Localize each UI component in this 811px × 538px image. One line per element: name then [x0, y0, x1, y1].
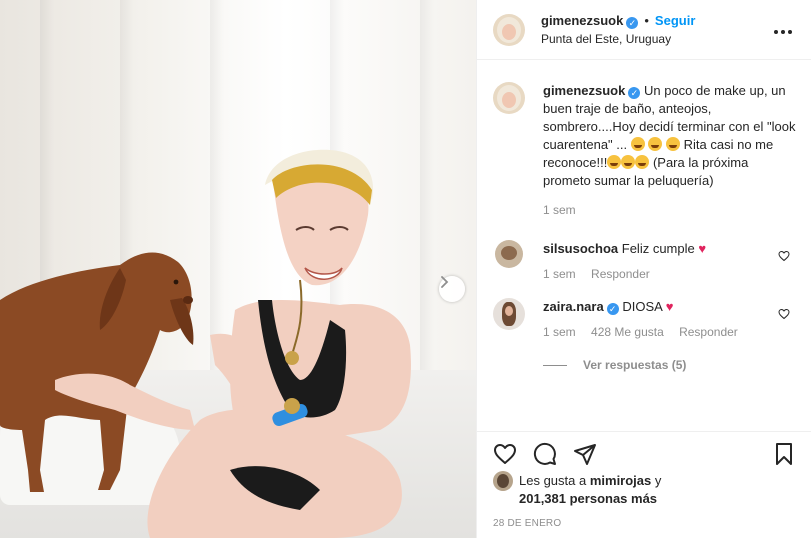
verified-badge-icon: ✓ [628, 87, 641, 99]
view-replies-button[interactable]: Ver respuestas (5) [543, 358, 796, 372]
more-horizontal-icon [774, 30, 792, 34]
photo-illustration [0, 149, 411, 538]
comment-username[interactable]: zaira.nara [543, 299, 604, 314]
reply-button[interactable]: Responder [591, 267, 650, 281]
post-side-panel: gimenezsuok ✓ • Seguir Punta del Este, Urug… [476, 0, 811, 538]
red-heart-emoji-icon: ♥ [665, 299, 674, 314]
verified-badge-icon: ✓ [626, 17, 639, 29]
follow-button[interactable]: Seguir [655, 13, 695, 28]
comment-item: zaira.nara ✓ DIOSA ♥ 1 sem 428 Me gusta R… [493, 298, 796, 340]
like-comment-heart-icon[interactable] [778, 308, 790, 320]
grinning-sweat-emoji-icon [648, 137, 663, 151]
bookmark-icon[interactable] [772, 442, 796, 466]
comment-bubble-icon[interactable] [533, 442, 557, 466]
caption: gimenezsuok ✓ Un poco de make up, un buen… [493, 82, 796, 218]
avatar-wrap [493, 240, 525, 282]
post-date[interactable]: 28 DE ENERO [493, 518, 796, 529]
grinning-sweat-emoji-icon [630, 137, 645, 151]
next-photo-button[interactable] [439, 276, 465, 302]
like-heart-icon[interactable] [493, 442, 517, 466]
view-replies-label: Ver respuestas (5) [583, 358, 687, 372]
rolling-laughing-emoji-icon [621, 155, 636, 169]
likes-and: y [654, 473, 662, 488]
comment-item: silsusochoa Feliz cumple ♥ 1 sem Respond… [493, 240, 796, 282]
post-actions: Les gusta a mimirojas y 201,381 personas… [477, 431, 811, 531]
instagram-post: gimenezsuok ✓ • Seguir Punta del Este, Urug… [0, 0, 811, 538]
reply-button[interactable]: Responder [679, 325, 738, 339]
avatar[interactable] [493, 471, 513, 491]
avatar[interactable] [493, 82, 525, 114]
comment-likes[interactable]: 428 Me gusta [591, 325, 664, 339]
verified-badge-icon: ✓ [606, 303, 619, 315]
rolling-laughing-emoji-icon [635, 155, 650, 169]
post-photo [0, 0, 476, 538]
like-comment-heart-icon[interactable] [778, 250, 790, 262]
comments-list[interactable]: gimenezsuok ✓ Un poco de make up, un buen… [477, 61, 811, 431]
likes-summary: Les gusta a mimirojas y 201,381 personas… [493, 471, 796, 508]
chevron-right-icon [441, 276, 449, 288]
avatar[interactable] [493, 13, 525, 46]
more-options-button[interactable] [771, 19, 795, 40]
caption-time[interactable]: 1 sem [543, 203, 576, 217]
avatar[interactable] [493, 298, 525, 330]
comment-text: DIOSA [622, 299, 663, 314]
post-author-username[interactable]: gimenezsuok [541, 13, 623, 28]
red-heart-emoji-icon: ♥ [698, 241, 707, 256]
liker-username[interactable]: mimirojas [590, 473, 651, 488]
caption-username[interactable]: gimenezsuok [543, 83, 625, 98]
comment-meta: 1 sem 428 Me gusta Responder [543, 324, 796, 340]
rolling-laughing-emoji-icon [607, 155, 622, 169]
caption-body: gimenezsuok ✓ Un poco de make up, un buen… [543, 82, 796, 218]
likes-prefix: Les gusta a [519, 473, 587, 488]
comment-time[interactable]: 1 sem [543, 267, 576, 281]
header-text: gimenezsuok ✓ • Seguir Punta del Este, Urug… [541, 13, 771, 46]
comment-text: Feliz cumple [621, 241, 695, 256]
dog [0, 252, 194, 492]
post-location[interactable]: Punta del Este, Uruguay [541, 32, 771, 46]
comment-meta: 1 sem Responder [543, 266, 796, 282]
share-paper-plane-icon[interactable] [573, 442, 597, 466]
action-icons [493, 436, 796, 472]
comment-username[interactable]: silsusochoa [543, 241, 618, 256]
dot-separator: • [644, 13, 649, 28]
post-header: gimenezsuok ✓ • Seguir Punta del Este, Urug… [477, 0, 811, 60]
replies-divider [543, 364, 567, 366]
grinning-sweat-emoji-icon [666, 137, 680, 151]
comment-time[interactable]: 1 sem [543, 325, 576, 339]
likes-text: Les gusta a mimirojas y 201,381 personas… [519, 472, 661, 508]
avatar[interactable] [495, 240, 523, 268]
comment-body: silsusochoa Feliz cumple ♥ 1 sem Respond… [543, 240, 796, 282]
likes-count[interactable]: 201,381 personas más [519, 491, 657, 506]
caption-meta: 1 sem [543, 202, 796, 218]
comment-body: zaira.nara ✓ DIOSA ♥ 1 sem 428 Me gusta R… [543, 298, 796, 340]
